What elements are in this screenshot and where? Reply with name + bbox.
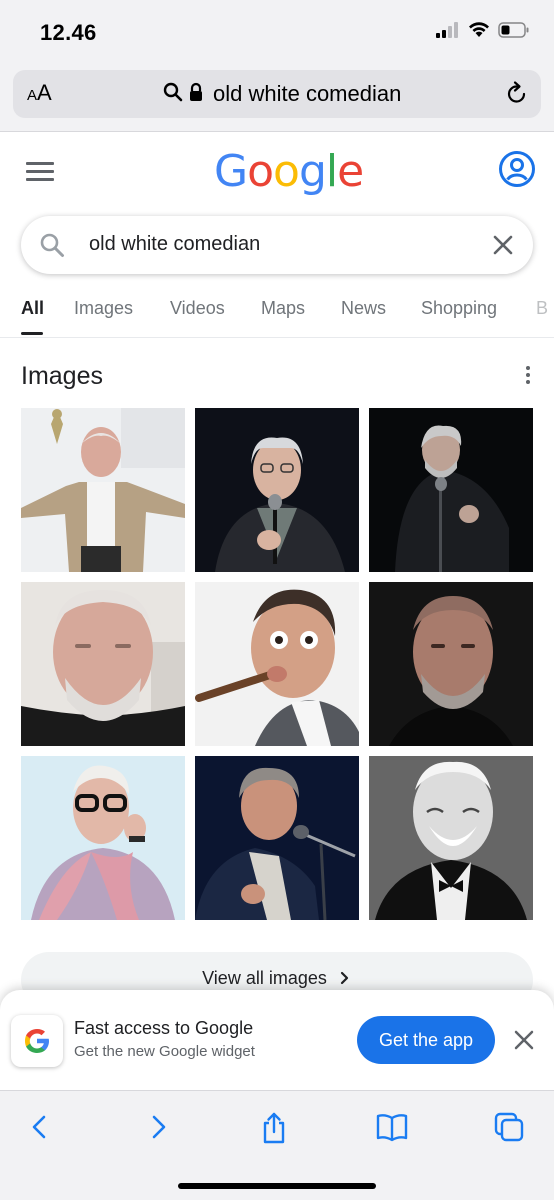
status-icons [436,22,530,43]
google-header: Google [0,132,554,212]
view-all-images-label: View all images [21,968,533,989]
back-button[interactable] [24,1111,56,1143]
tab-news[interactable]: News [341,298,386,319]
status-time: 12.46 [40,20,97,45]
image-thumbnail-4[interactable] [21,582,185,746]
more-vert-icon [526,366,532,384]
url-display[interactable]: old white comedian [163,81,401,107]
address-bar[interactable]: AA old white comedian [13,70,541,118]
account-button[interactable] [498,150,536,188]
image-thumbnail-7[interactable] [21,756,185,920]
home-indicator[interactable] [178,1183,376,1189]
text-size-button[interactable]: AA [27,80,52,106]
menu-icon-bar [26,178,54,181]
google-logo[interactable]: Google [214,146,364,197]
google-logo-letter: e [337,146,364,197]
image-thumbnail-2[interactable] [195,408,359,572]
active-tab-indicator [21,332,43,335]
share-icon [258,1112,290,1149]
tab-all[interactable]: All [21,298,44,319]
lock-icon [189,82,203,107]
clear-search-button[interactable] [489,231,517,259]
share-button[interactable] [258,1111,290,1144]
browser-toolbar [0,1090,554,1200]
search-box[interactable]: old white comedian [21,216,533,274]
wifi-icon [468,22,490,43]
url-text: old white comedian [213,81,402,106]
search-icon [163,82,183,107]
more-options-button[interactable] [526,366,532,386]
image-thumbnail-5[interactable] [195,582,359,746]
image-thumbnail-1[interactable] [21,408,185,572]
tabs-button[interactable] [493,1111,525,1143]
bookmarks-icon [375,1114,409,1147]
app-promo-banner: Fast access to Google Get the new Google… [0,990,554,1090]
back-icon [24,1115,56,1147]
view-all-text: View all images [202,968,327,988]
text-size-large-label: A [37,80,52,105]
cellular-signal-icon [436,22,460,43]
images-section-title: Images [21,362,103,390]
google-app-icon [11,1015,63,1067]
search-tabs: All Images Videos Maps News Shopping B [0,288,554,338]
close-icon [512,1030,536,1056]
promo-title: Fast access to Google [74,1018,254,1038]
google-logo-letter: G [214,146,248,197]
google-logo-letter: l [325,146,338,197]
browser-chrome: AA old white comedian [0,62,554,132]
tab-maps[interactable]: Maps [261,298,305,319]
tab-books[interactable]: B [536,298,548,319]
tab-shopping[interactable]: Shopping [421,298,497,319]
google-logo-letter: o [247,146,274,197]
forward-button[interactable] [142,1111,174,1143]
dismiss-promo-button[interactable] [512,1028,536,1052]
tab-videos[interactable]: Videos [170,298,225,319]
battery-icon [498,22,530,43]
get-the-app-button[interactable]: Get the app [357,1016,495,1064]
close-icon [489,235,517,263]
search-icon [39,232,65,263]
google-logo-letter: g [298,146,327,197]
bookmarks-button[interactable] [375,1111,408,1143]
search-input[interactable]: old white comedian [89,233,260,256]
text-size-small-label: A [27,87,38,104]
status-bar: 12.46 [0,0,554,62]
hamburger-menu-button[interactable] [26,162,54,182]
chevron-right-icon [332,968,352,988]
promo-subtitle: Get the new Google widget [74,1043,255,1060]
tabs-icon [493,1112,525,1147]
menu-icon-bar [26,170,54,173]
menu-icon-bar [26,162,54,165]
image-grid [21,408,533,920]
tab-images[interactable]: Images [74,298,133,319]
image-thumbnail-8[interactable] [195,756,359,920]
reload-icon [503,81,531,112]
image-thumbnail-9[interactable] [369,756,533,920]
image-thumbnail-6[interactable] [369,582,533,746]
forward-icon [142,1115,174,1147]
account-icon [498,151,536,192]
google-logo-letter: o [273,146,300,197]
reload-button[interactable] [503,80,531,108]
image-thumbnail-3[interactable] [369,408,533,572]
